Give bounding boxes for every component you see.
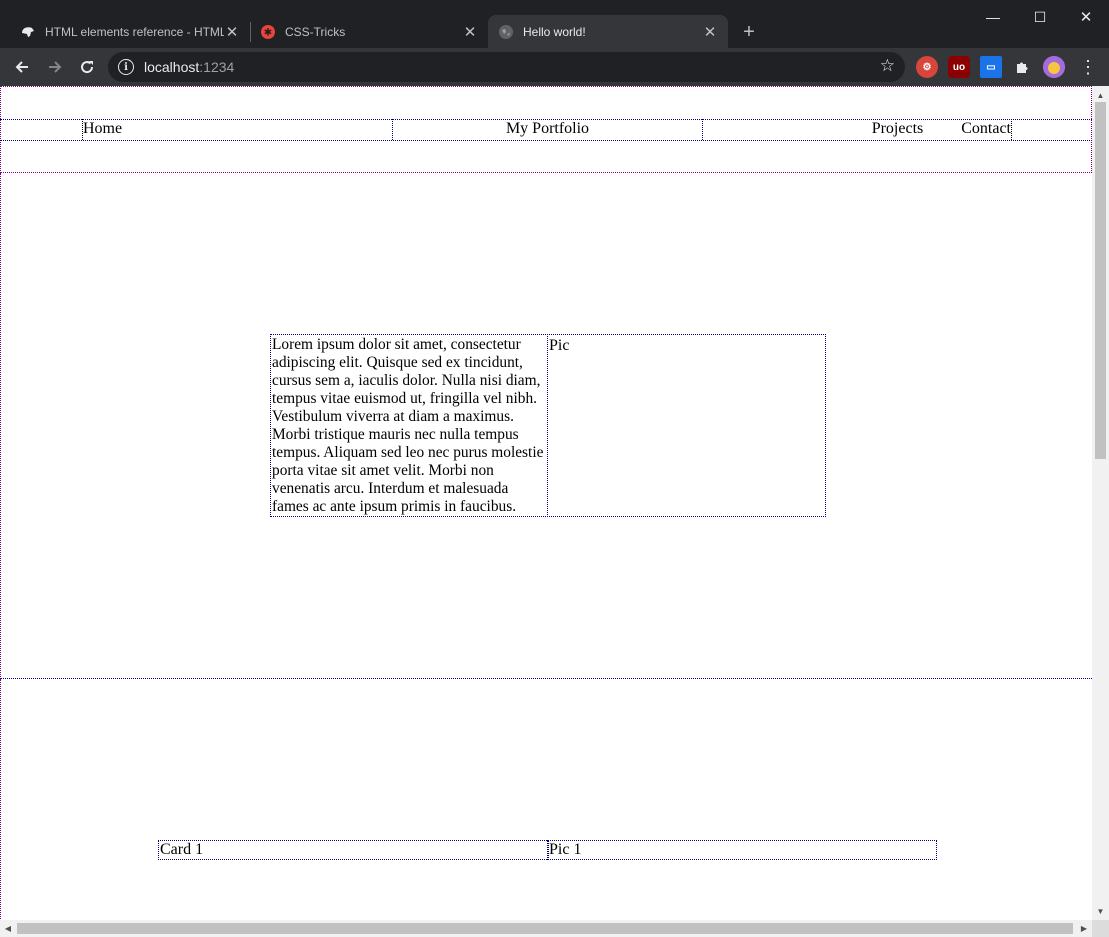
nav-links: Projects Contact: [702, 119, 1012, 140]
scrollbar-corner: [1092, 920, 1109, 937]
card-title: Card 1: [158, 840, 549, 860]
tab-css-tricks[interactable]: ✱ CSS-Tricks ✕: [250, 15, 488, 48]
mdn-icon: [20, 24, 36, 40]
brand-title[interactable]: My Portfolio: [506, 120, 589, 137]
arrow-right-icon: [49, 61, 62, 73]
puzzle-icon[interactable]: [1011, 56, 1033, 78]
tab-title: CSS-Tricks: [285, 24, 346, 39]
horizontal-scrollbar[interactable]: ◀ ▶: [0, 920, 1092, 937]
reload-button[interactable]: [73, 53, 101, 81]
card-pic: Pic 1: [547, 840, 937, 860]
extension-icon-blue[interactable]: ▭: [980, 56, 1002, 78]
maximize-button[interactable]: ☐: [1017, 0, 1063, 34]
url-text[interactable]: localhost:1234: [144, 59, 234, 75]
scroll-up-icon[interactable]: ▲: [1092, 88, 1109, 102]
minimize-button[interactable]: —: [970, 0, 1016, 34]
close-icon[interactable]: ✕: [224, 24, 240, 41]
extension-icon-red[interactable]: ⚙: [916, 56, 938, 78]
close-window-button[interactable]: ✕: [1063, 0, 1109, 34]
tab-title: HTML elements reference - HTML: [45, 24, 224, 39]
address-bar[interactable]: i localhost:1234 ☆: [108, 52, 905, 82]
horizontal-scroll-thumb[interactable]: [17, 923, 1073, 934]
vertical-scroll-thumb[interactable]: [1095, 102, 1106, 459]
hero-pic: Pic: [547, 334, 826, 517]
cards-section: [0, 679, 1092, 920]
svg-text:✱: ✱: [264, 27, 272, 38]
menu-icon[interactable]: ⋮: [1074, 53, 1102, 81]
close-icon[interactable]: ✕: [462, 24, 478, 41]
info-icon[interactable]: i: [118, 59, 134, 75]
browser-toolbar: i localhost:1234 ☆ ⚙ uo ▭ ⋮: [0, 48, 1109, 86]
globe-icon: [498, 24, 514, 40]
scroll-left-icon[interactable]: ◀: [1, 920, 15, 937]
css-tricks-icon: ✱: [260, 24, 276, 40]
nav-projects[interactable]: Projects: [872, 120, 924, 137]
back-button[interactable]: [8, 53, 36, 81]
hero-text: Lorem ipsum dolor sit amet, consectetur …: [270, 334, 548, 517]
forward-button[interactable]: [41, 53, 69, 81]
tab-html-elements-reference[interactable]: HTML elements reference - HTML ✕: [10, 15, 250, 48]
reload-icon: [81, 61, 94, 74]
tab-strip: HTML elements reference - HTML ✕ ✱ CSS-T…: [0, 0, 1109, 48]
tab-hello-world[interactable]: Hello world! ✕: [488, 15, 728, 48]
star-icon[interactable]: ☆: [880, 56, 895, 76]
nav-home-label[interactable]: Home: [83, 120, 122, 137]
arrow-left-icon: [15, 61, 28, 73]
close-icon[interactable]: ✕: [702, 24, 718, 41]
nav-home[interactable]: Home: [82, 119, 393, 140]
scroll-down-icon[interactable]: ▼: [1092, 904, 1109, 918]
nav-contact[interactable]: Contact: [961, 120, 1011, 137]
scroll-right-icon[interactable]: ▶: [1077, 920, 1091, 937]
page-viewport: Home My Portfolio Projects Contact Lorem…: [0, 86, 1092, 920]
vertical-scrollbar[interactable]: ▲ ▼: [1092, 86, 1109, 920]
new-tab-button[interactable]: +: [738, 21, 760, 43]
ublock-icon[interactable]: uo: [948, 56, 970, 78]
nav-brand[interactable]: My Portfolio: [392, 119, 703, 140]
tab-title: Hello world!: [523, 24, 586, 39]
avatar[interactable]: [1043, 56, 1065, 78]
